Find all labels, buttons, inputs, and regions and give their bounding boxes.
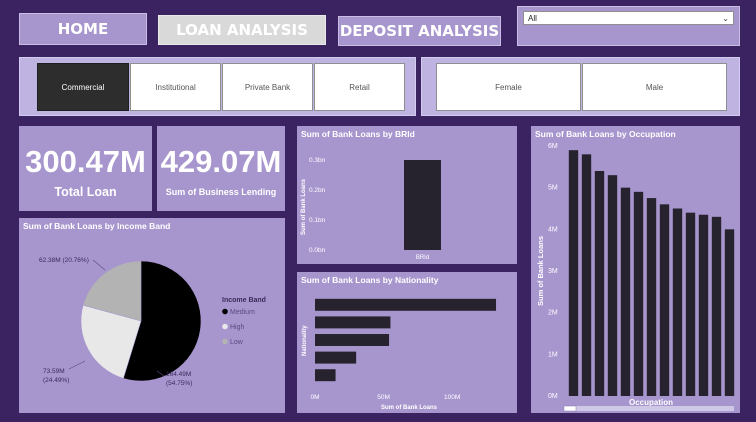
occupation-ytick-3: 3M <box>548 268 558 275</box>
pie-legend-marker-high <box>222 323 228 330</box>
chevron-down-icon[interactable]: ⌄ <box>722 14 729 23</box>
brid-ytick-3: 0.3bn <box>309 157 326 164</box>
occupation-bar-4 <box>620 187 631 396</box>
occupation-scrollbar[interactable] <box>564 406 734 411</box>
occupation-ytick-5: 5M <box>548 185 558 192</box>
nationality-bar-0 <box>315 298 497 311</box>
pie-legend-marker-low <box>222 338 228 345</box>
brid-ytick-0: 0.0bn <box>309 247 326 254</box>
gender-option-female[interactable]: Female <box>436 63 581 111</box>
occupation-ytick-4: 4M <box>548 226 558 233</box>
brid-bar-chart: 0.0bn 0.1bn 0.2bn 0.3bn Sum of Bank Loans BRI… <box>301 157 441 261</box>
nationality-chart: Sum of Bank Loans by Nationality 0M 50M 10… <box>297 272 517 413</box>
loan-analysis-button-label: LOAN ANALYSIS <box>176 21 308 39</box>
pie-leader-high <box>68 360 86 370</box>
pie-legend-item-low: Low <box>230 339 244 346</box>
occupation-bar-6 <box>646 198 657 396</box>
occupation-bar-5 <box>633 191 644 396</box>
kpi-business-lending-value: 429.07M <box>160 144 282 179</box>
brid-chart: Sum of Bank Loans by BRId 0.0bn 0.1bn 0.2b… <box>297 126 517 264</box>
nationality-xtick-1: 50M <box>377 394 390 401</box>
kpi-total-loan-label: Total Loan <box>54 185 117 199</box>
occupation-bar-2 <box>594 171 605 396</box>
income-band-chart: Sum of Bank Loans by Income Band 164.49M… <box>19 218 285 413</box>
nationality-xtick-2: 100M <box>444 394 460 401</box>
loan-analysis-button[interactable]: LOAN ANALYSIS <box>158 15 326 45</box>
brid-ytick-1: 0.1bn <box>309 217 326 224</box>
pie-label-medium: 164.49M <box>166 371 191 378</box>
kpi-business-lending-label: Sum of Business Lending <box>165 187 277 197</box>
occupation-bar-11 <box>711 216 722 396</box>
kpi-total-loan: 300.47M Total Loan <box>19 126 152 211</box>
brid-xtick-0: BRId <box>416 255 429 261</box>
nationality-bar-3 <box>315 351 357 364</box>
dropdown-value: All <box>528 13 537 23</box>
pie-legend-marker-medium <box>222 308 228 315</box>
nationality-ylabel: Nationality <box>302 325 308 356</box>
occupation-bar-12 <box>724 229 735 396</box>
home-button-label: HOME <box>57 20 109 38</box>
occupation-bar-0 <box>568 150 579 396</box>
segment-option-institutional[interactable]: Institutional <box>130 63 221 111</box>
occupation-bar-chart: 0M 1M 2M 3M 4M 5M 6M Sum of Bank Loans Occupatio… <box>536 143 735 412</box>
occupation-bar-7 <box>659 204 670 396</box>
dropdown-slicer: All ⌄ <box>517 6 740 46</box>
nationality-bar-1 <box>315 316 391 329</box>
nationality-bar-2 <box>315 334 390 346</box>
home-button[interactable]: HOME <box>19 13 147 45</box>
occupation-bar-9 <box>685 212 696 396</box>
nationality-bar-chart: 0M 50M 100M Sum of Bank Loans Nationality <box>302 298 497 411</box>
occupation-chart: Sum of Bank Loans by Occupation 0M 1M 2M 3M… <box>531 126 740 413</box>
deposit-analysis-button[interactable]: DEPOSIT ANALYSIS <box>338 16 501 46</box>
gender-option-male[interactable]: Male <box>582 63 727 111</box>
nationality-bar-4 <box>315 369 336 382</box>
pie-leader-low <box>92 259 106 271</box>
occupation-bar-10 <box>698 214 709 396</box>
dropdown-select[interactable]: All ⌄ <box>523 11 734 25</box>
pie-legend-item-medium: Medium <box>230 309 255 316</box>
kpi-total-loan-value: 300.47M <box>25 144 146 179</box>
segment-option-commercial[interactable]: Commercial <box>37 63 129 111</box>
pie-label-high-pct: (24.49%) <box>43 377 69 384</box>
occupation-ytick-6: 6M <box>548 143 558 150</box>
occupation-bar-3 <box>607 175 618 396</box>
brid-bar-0 <box>404 160 441 250</box>
occupation-ytick-0: 0M <box>548 393 558 400</box>
occupation-ytick-2: 2M <box>548 310 558 317</box>
pie-label-low: 62.38M (20.76%) <box>39 257 89 264</box>
pie-label-medium-pct: (54.75%) <box>166 380 192 387</box>
deposit-analysis-button-label: DEPOSIT ANALYSIS <box>339 22 500 40</box>
brid-ylabel: Sum of Bank Loans <box>301 178 307 235</box>
occupation-bar-1 <box>581 154 592 396</box>
nationality-xtick-0: 0M <box>310 394 319 401</box>
occupation-xlabel: Occupation <box>629 398 673 407</box>
segment-option-private-bank[interactable]: Private Bank <box>222 63 313 111</box>
nationality-xlabel: Sum of Bank Loans <box>381 405 438 411</box>
occupation-bar-8 <box>672 208 683 396</box>
pie-legend-title: Income Band <box>222 297 266 304</box>
pie-legend-item-high: High <box>230 324 245 331</box>
pie-label-high: 73.59M <box>43 368 65 375</box>
occupation-ylabel: Sum of Bank Loans <box>536 236 545 306</box>
kpi-business-lending: 429.07M Sum of Business Lending <box>157 126 285 211</box>
occupation-scrollbar-thumb[interactable] <box>563 405 577 412</box>
income-band-pie: 164.49M (54.75%) 73.59M (24.49%) 62.38M (20.… <box>39 257 266 387</box>
occupation-ytick-1: 1M <box>548 351 558 358</box>
segment-option-retail[interactable]: Retail <box>314 63 405 111</box>
brid-ytick-2: 0.2bn <box>309 187 326 194</box>
